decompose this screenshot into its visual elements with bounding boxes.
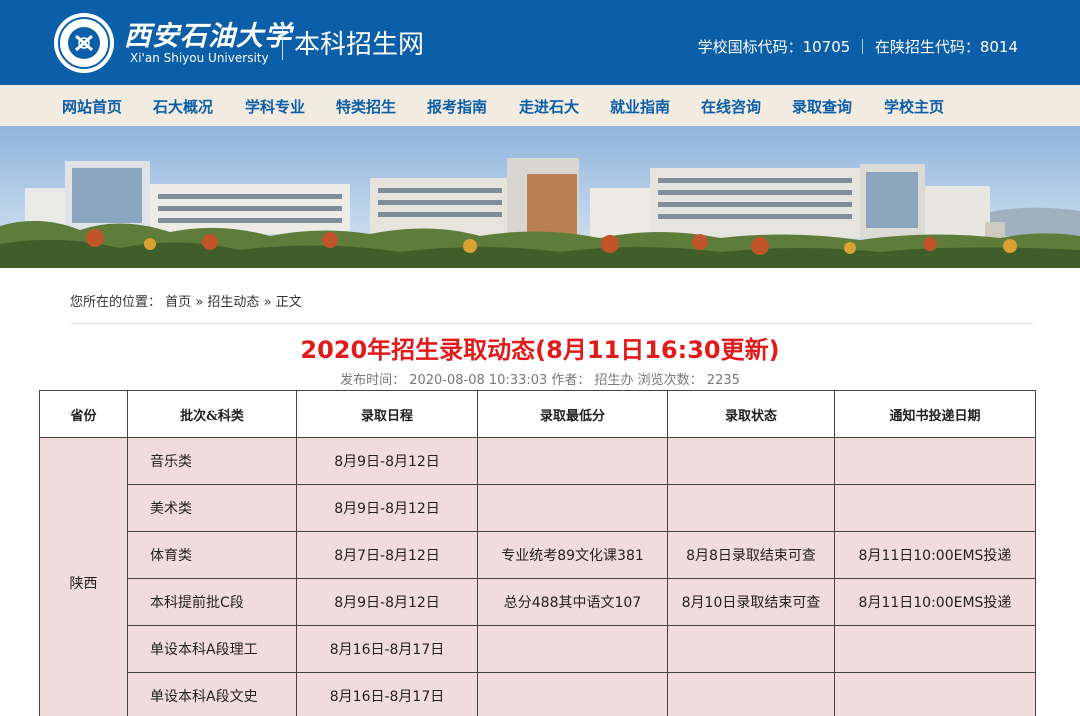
status-cell: 8月10日录取结束可查 [667,578,835,626]
status-cell [667,484,835,532]
notice-date-cell: 8月11日10:00EMS投递 [834,531,1036,579]
batch-cell: 单设本科A段理工 [127,625,297,673]
min-score-cell [477,437,668,485]
table-row: 美术类 8月9日-8月12日 [40,484,1036,532]
column-header-province: 省份 [39,390,128,438]
column-header-batch: 批次&科类 [127,390,297,438]
notice-date-cell: 8月11日10:00EMS投递 [834,578,1036,626]
nav-item-campus[interactable]: 走进石大 [519,96,579,117]
breadcrumb: 您所在的位置： 首页 » 招生动态 » 正文 [70,291,302,310]
column-header-notice-date: 通知书投递日期 [834,390,1036,438]
nav-item-school-home[interactable]: 学校主页 [884,96,944,117]
university-seal-logo[interactable] [54,13,114,73]
breadcrumb-home-link[interactable]: 首页 [165,295,191,310]
breadcrumb-separator: » [263,295,272,310]
table-row: 本科提前批C段 8月9日-8月12日 总分488其中语文107 8月10日录取结… [40,578,1036,626]
table-row: 陕西 音乐类 8月9日-8月12日 [39,437,1036,716]
min-score-cell: 总分488其中语文107 [477,578,668,626]
campus-buildings-illustration [0,126,1080,268]
table-header-row: 省份 批次&科类 录取日程 录取最低分 录取状态 通知书投递日期 [39,390,1036,438]
university-name-en: Xi'an Shiyou University [130,51,269,65]
min-score-cell [477,672,668,716]
schedule-cell: 8月16日-8月17日 [296,672,478,716]
batch-cell: 本科提前批C段 [127,578,297,626]
campus-banner-image [0,126,1080,268]
schedule-cell: 8月9日-8月12日 [296,437,478,485]
status-cell [667,672,835,716]
nav-item-application-guide[interactable]: 报考指南 [427,96,487,117]
notice-date-cell [834,484,1036,532]
notice-date-cell [834,625,1036,673]
nav-item-special-admission[interactable]: 特类招生 [336,96,396,117]
min-score-cell [477,484,668,532]
schedule-cell: 8月9日-8月12日 [296,484,478,532]
min-score-cell [477,625,668,673]
status-cell [667,625,835,673]
min-score-cell: 专业统考89文化课381 [477,531,668,579]
column-header-min-score: 录取最低分 [477,390,668,438]
admission-status-table: 省份 批次&科类 录取日程 录取最低分 录取状态 通知书投递日期 陕西 音乐类 … [39,390,1036,716]
breadcrumb-separator: » [195,295,204,310]
breadcrumb-current: 正文 [275,295,302,310]
site-title[interactable]: 本科招生网 [294,24,424,61]
notice-date-cell [834,437,1036,485]
article-meta: 发布时间： 2020-08-08 10:33:03 作者： 招生办 浏览次数： … [340,373,740,388]
column-header-status: 录取状态 [667,390,835,438]
table-row: 单设本科A段文史 8月16日-8月17日 [40,672,1036,716]
column-header-schedule: 录取日程 [296,390,478,438]
schedule-cell: 8月7日-8月12日 [296,531,478,579]
site-header: 西安石油大学 Xi'an Shiyou University 本科招生网 学校国… [0,0,1080,85]
nav-item-consult[interactable]: 在线咨询 [701,96,761,117]
breadcrumb-section-link[interactable]: 招生动态 [207,295,259,310]
notice-date-cell [834,672,1036,716]
school-codes: 学校国标代码：10705 ｜ 在陕招生代码：8014 [697,38,1018,56]
table-row: 体育类 8月7日-8月12日 专业统考89文化课381 8月8日录取结束可查 8… [40,531,1036,579]
seal-emblem-icon [75,34,93,52]
main-nav: 网站首页 石大概况 学科专业 特类招生 报考指南 走进石大 就业指南 在线咨询 … [0,85,1080,126]
batch-cell: 单设本科A段文史 [127,672,297,716]
status-cell: 8月8日录取结束可查 [667,531,835,579]
breadcrumb-divider [70,323,1034,324]
nav-item-home[interactable]: 网站首页 [62,96,122,117]
breadcrumb-prefix: 您所在的位置： [70,295,162,310]
nav-item-about[interactable]: 石大概况 [153,96,213,117]
status-cell [667,437,835,485]
batch-cell: 音乐类 [127,437,297,485]
header-divider [282,24,283,60]
nav-item-majors[interactable]: 学科专业 [245,96,305,117]
nav-item-employment[interactable]: 就业指南 [610,96,670,117]
schedule-cell: 8月16日-8月17日 [296,625,478,673]
table-row: 单设本科A段理工 8月16日-8月17日 [40,625,1036,673]
batch-cell: 体育类 [127,531,297,579]
schedule-cell: 8月9日-8月12日 [296,578,478,626]
article-title: 2020年招生录取动态(8月11日16:30更新) [300,336,780,364]
province-cell: 陕西 [39,437,128,716]
nav-item-admission-query[interactable]: 录取查询 [792,96,852,117]
batch-cell: 美术类 [127,484,297,532]
university-name-cn: 西安石油大学 [124,21,292,52]
